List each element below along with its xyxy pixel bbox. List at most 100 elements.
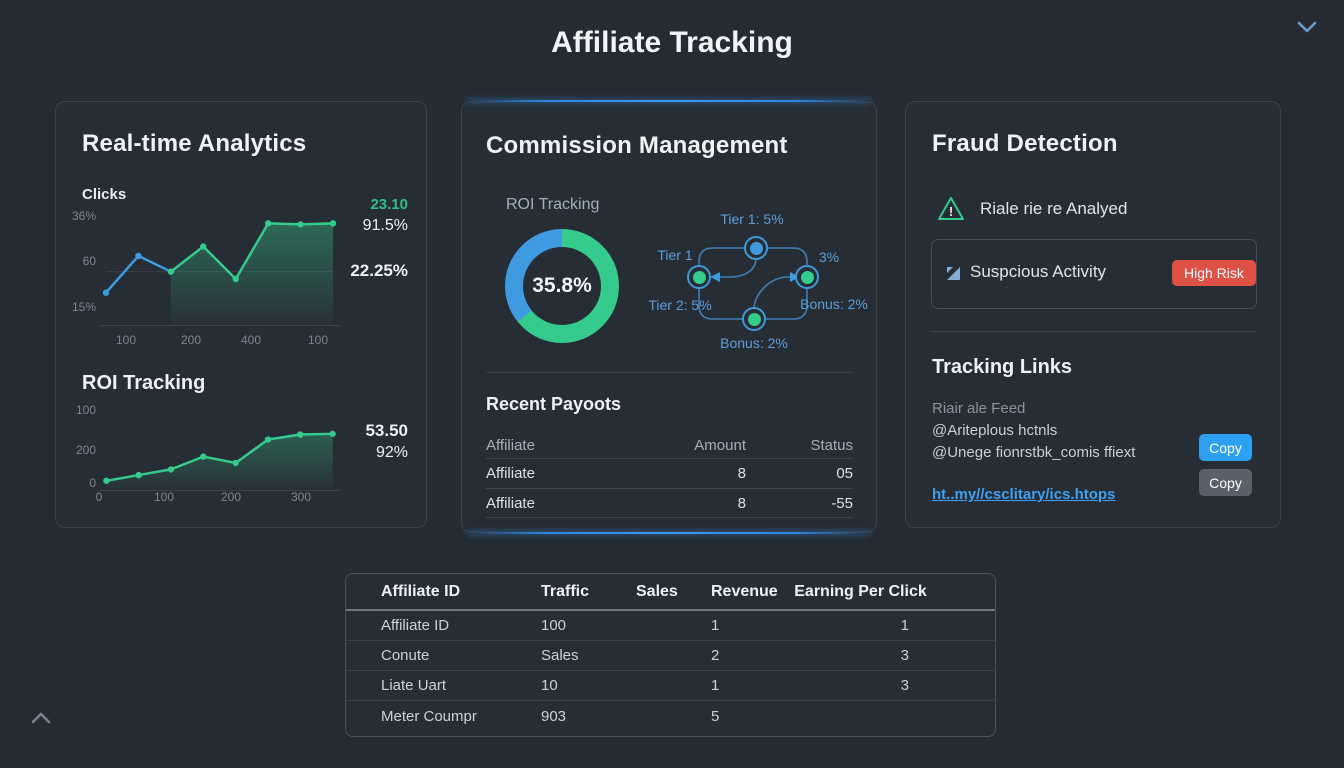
copy-button-primary[interactable]: Copy — [1199, 434, 1252, 461]
suspicious-activity-label: Suspcious Activity — [970, 262, 1106, 282]
realtime-analytics-card: Real-time Analytics Clicks 36% 60 15% 10… — [55, 101, 427, 528]
recent-payouts-table: Affiliate Amount Status Affiliate 8 05 A… — [486, 432, 853, 518]
warning-triangle-icon: ! — [936, 195, 966, 223]
divider — [486, 372, 852, 373]
chevron-up-icon[interactable] — [31, 712, 51, 724]
clicks-xtick: 400 — [241, 333, 261, 347]
tier-node-right — [795, 265, 819, 289]
payout-affiliate: Affiliate — [486, 465, 656, 482]
col-affiliate-id: Affiliate ID — [346, 583, 506, 601]
col-traffic: Traffic — [506, 583, 601, 601]
roi-stat-primary: 53.50 — [365, 420, 408, 442]
cell-traffic: 100 — [506, 617, 601, 634]
table-row: Liate Uart 10 1 3 — [346, 671, 995, 701]
cell-revenue: 1 — [676, 617, 786, 634]
payout-affiliate: Affiliate — [486, 495, 656, 512]
clicks-stat-primary: 23.10 — [350, 194, 408, 215]
payouts-col-status: Status — [746, 437, 853, 454]
payouts-header-row: Affiliate Amount Status — [486, 432, 853, 458]
commission-management-card: Commission Management ROI Tracking 35.8% — [461, 101, 877, 533]
affiliate-stats-table: Affiliate ID Traffic Sales Revenue Earni… — [345, 573, 996, 737]
feed-label: Riair ale Feed — [932, 400, 1025, 417]
cell-affiliate-id: Meter Coumpr — [346, 708, 506, 725]
tier-label-right-bottom: Bonus: 2% — [800, 296, 868, 312]
tier-node-left — [687, 265, 711, 289]
tier-flow-diagram: Tier 1: 5% Tier 1 3% Tier 2: 5% Bonus: 2… — [642, 197, 878, 357]
clicks-ytick: 15% — [72, 300, 96, 314]
cell-revenue: 2 — [676, 647, 786, 664]
cell-affiliate-id: Conute — [346, 647, 506, 664]
commission-roi-label: ROI Tracking — [506, 196, 599, 214]
suspicious-activity-item[interactable]: Suspcious Activity High Risk — [931, 239, 1257, 309]
high-risk-badge: High Risk — [1172, 260, 1256, 286]
roi-ytick: 200 — [76, 443, 96, 457]
cell-traffic: Sales — [506, 647, 601, 664]
table-header-row: Affiliate ID Traffic Sales Revenue Earni… — [346, 574, 995, 611]
cell-traffic: 903 — [506, 708, 601, 725]
tier-label-top: Tier 1: 5% — [720, 211, 783, 227]
analytics-title: Real-time Analytics — [82, 130, 306, 158]
cell-epc: 3 — [786, 677, 995, 694]
handle-text: @Ariteplous hctnls — [932, 422, 1057, 439]
accent-glow-top — [468, 100, 870, 102]
col-earning-per-click: Earning Per Click — [786, 583, 995, 601]
clicks-xtick: 200 — [181, 333, 201, 347]
roi-xtick: 100 — [154, 490, 174, 504]
tier-node-top — [744, 236, 768, 260]
tier-label-left-bottom: Tier 2: 5% — [648, 297, 711, 313]
payout-row: Affiliate 8 05 — [486, 458, 853, 488]
payout-amount: 8 — [656, 495, 746, 512]
clicks-stat-tertiary: 22.25% — [350, 260, 408, 281]
accent-glow-bottom — [468, 532, 870, 534]
tracking-link[interactable]: ht..my//csclitary/ics.htops — [932, 486, 1115, 503]
page-title: Affiliate Tracking — [0, 26, 1344, 60]
tier-label-left: Tier 1 — [657, 247, 692, 263]
payouts-col-amount: Amount — [656, 437, 746, 454]
payout-row: Affiliate 8 -55 — [486, 488, 853, 518]
arrow-left-icon — [710, 272, 720, 282]
clicks-ytick: 60 — [83, 254, 96, 268]
payout-status: 05 — [746, 465, 853, 482]
fraud-alert-text: Riale rie re Analyed — [980, 199, 1127, 219]
activity-icon — [946, 266, 961, 281]
col-revenue: Revenue — [676, 583, 786, 601]
roi-xtick: 0 — [96, 490, 103, 504]
tier-label-bottom: Bonus: 2% — [720, 335, 788, 351]
clicks-stat-secondary: 91.5% — [350, 215, 408, 236]
tier-node-bottom — [742, 307, 766, 331]
tracking-links-title: Tracking Links — [932, 356, 1072, 379]
cell-epc: 1 — [786, 617, 995, 634]
table-row: Conute Sales 2 3 — [346, 641, 995, 671]
payout-amount: 8 — [656, 465, 746, 482]
roi-xtick: 300 — [291, 490, 311, 504]
cell-traffic: 10 — [506, 677, 601, 694]
payout-status: -55 — [746, 495, 853, 512]
roi-ytick: 0 — [89, 476, 96, 490]
affiliate-tracking-dashboard: Affiliate Tracking Real-time Analytics C… — [0, 0, 1344, 768]
roi-line-chart — [100, 405, 340, 491]
chevron-down-icon[interactable] — [1297, 21, 1317, 33]
copy-button-secondary[interactable]: Copy — [1199, 469, 1252, 496]
cell-affiliate-id: Liate Uart — [346, 677, 506, 694]
clicks-xtick: 100 — [308, 333, 328, 347]
col-sales: Sales — [601, 583, 676, 601]
divider — [931, 331, 1255, 332]
clicks-xtick: 100 — [116, 333, 136, 347]
roi-xtick: 200 — [221, 490, 241, 504]
table-row: Meter Coumpr 903 5 — [346, 701, 995, 731]
handle-text: @Unege fionrstbk_comis ffiext — [932, 444, 1135, 461]
clicks-label: Clicks — [82, 186, 126, 203]
payouts-col-affiliate: Affiliate — [486, 437, 656, 454]
fraud-title: Fraud Detection — [932, 130, 1118, 158]
tier-label-right: 3% — [819, 249, 839, 265]
roi-ytick: 100 — [76, 403, 96, 417]
cell-revenue: 5 — [676, 708, 786, 725]
table-row: Affiliate ID 100 1 1 — [346, 611, 995, 641]
commission-title: Commission Management — [486, 132, 788, 160]
roi-tracking-title: ROI Tracking — [82, 372, 205, 395]
warning-exclamation: ! — [949, 204, 953, 219]
roi-stat-secondary: 92% — [365, 442, 408, 464]
clicks-line-chart — [100, 206, 340, 326]
fraud-detection-card: Fraud Detection ! Riale rie re Analyed S… — [905, 101, 1281, 528]
clicks-ytick: 36% — [72, 209, 96, 223]
